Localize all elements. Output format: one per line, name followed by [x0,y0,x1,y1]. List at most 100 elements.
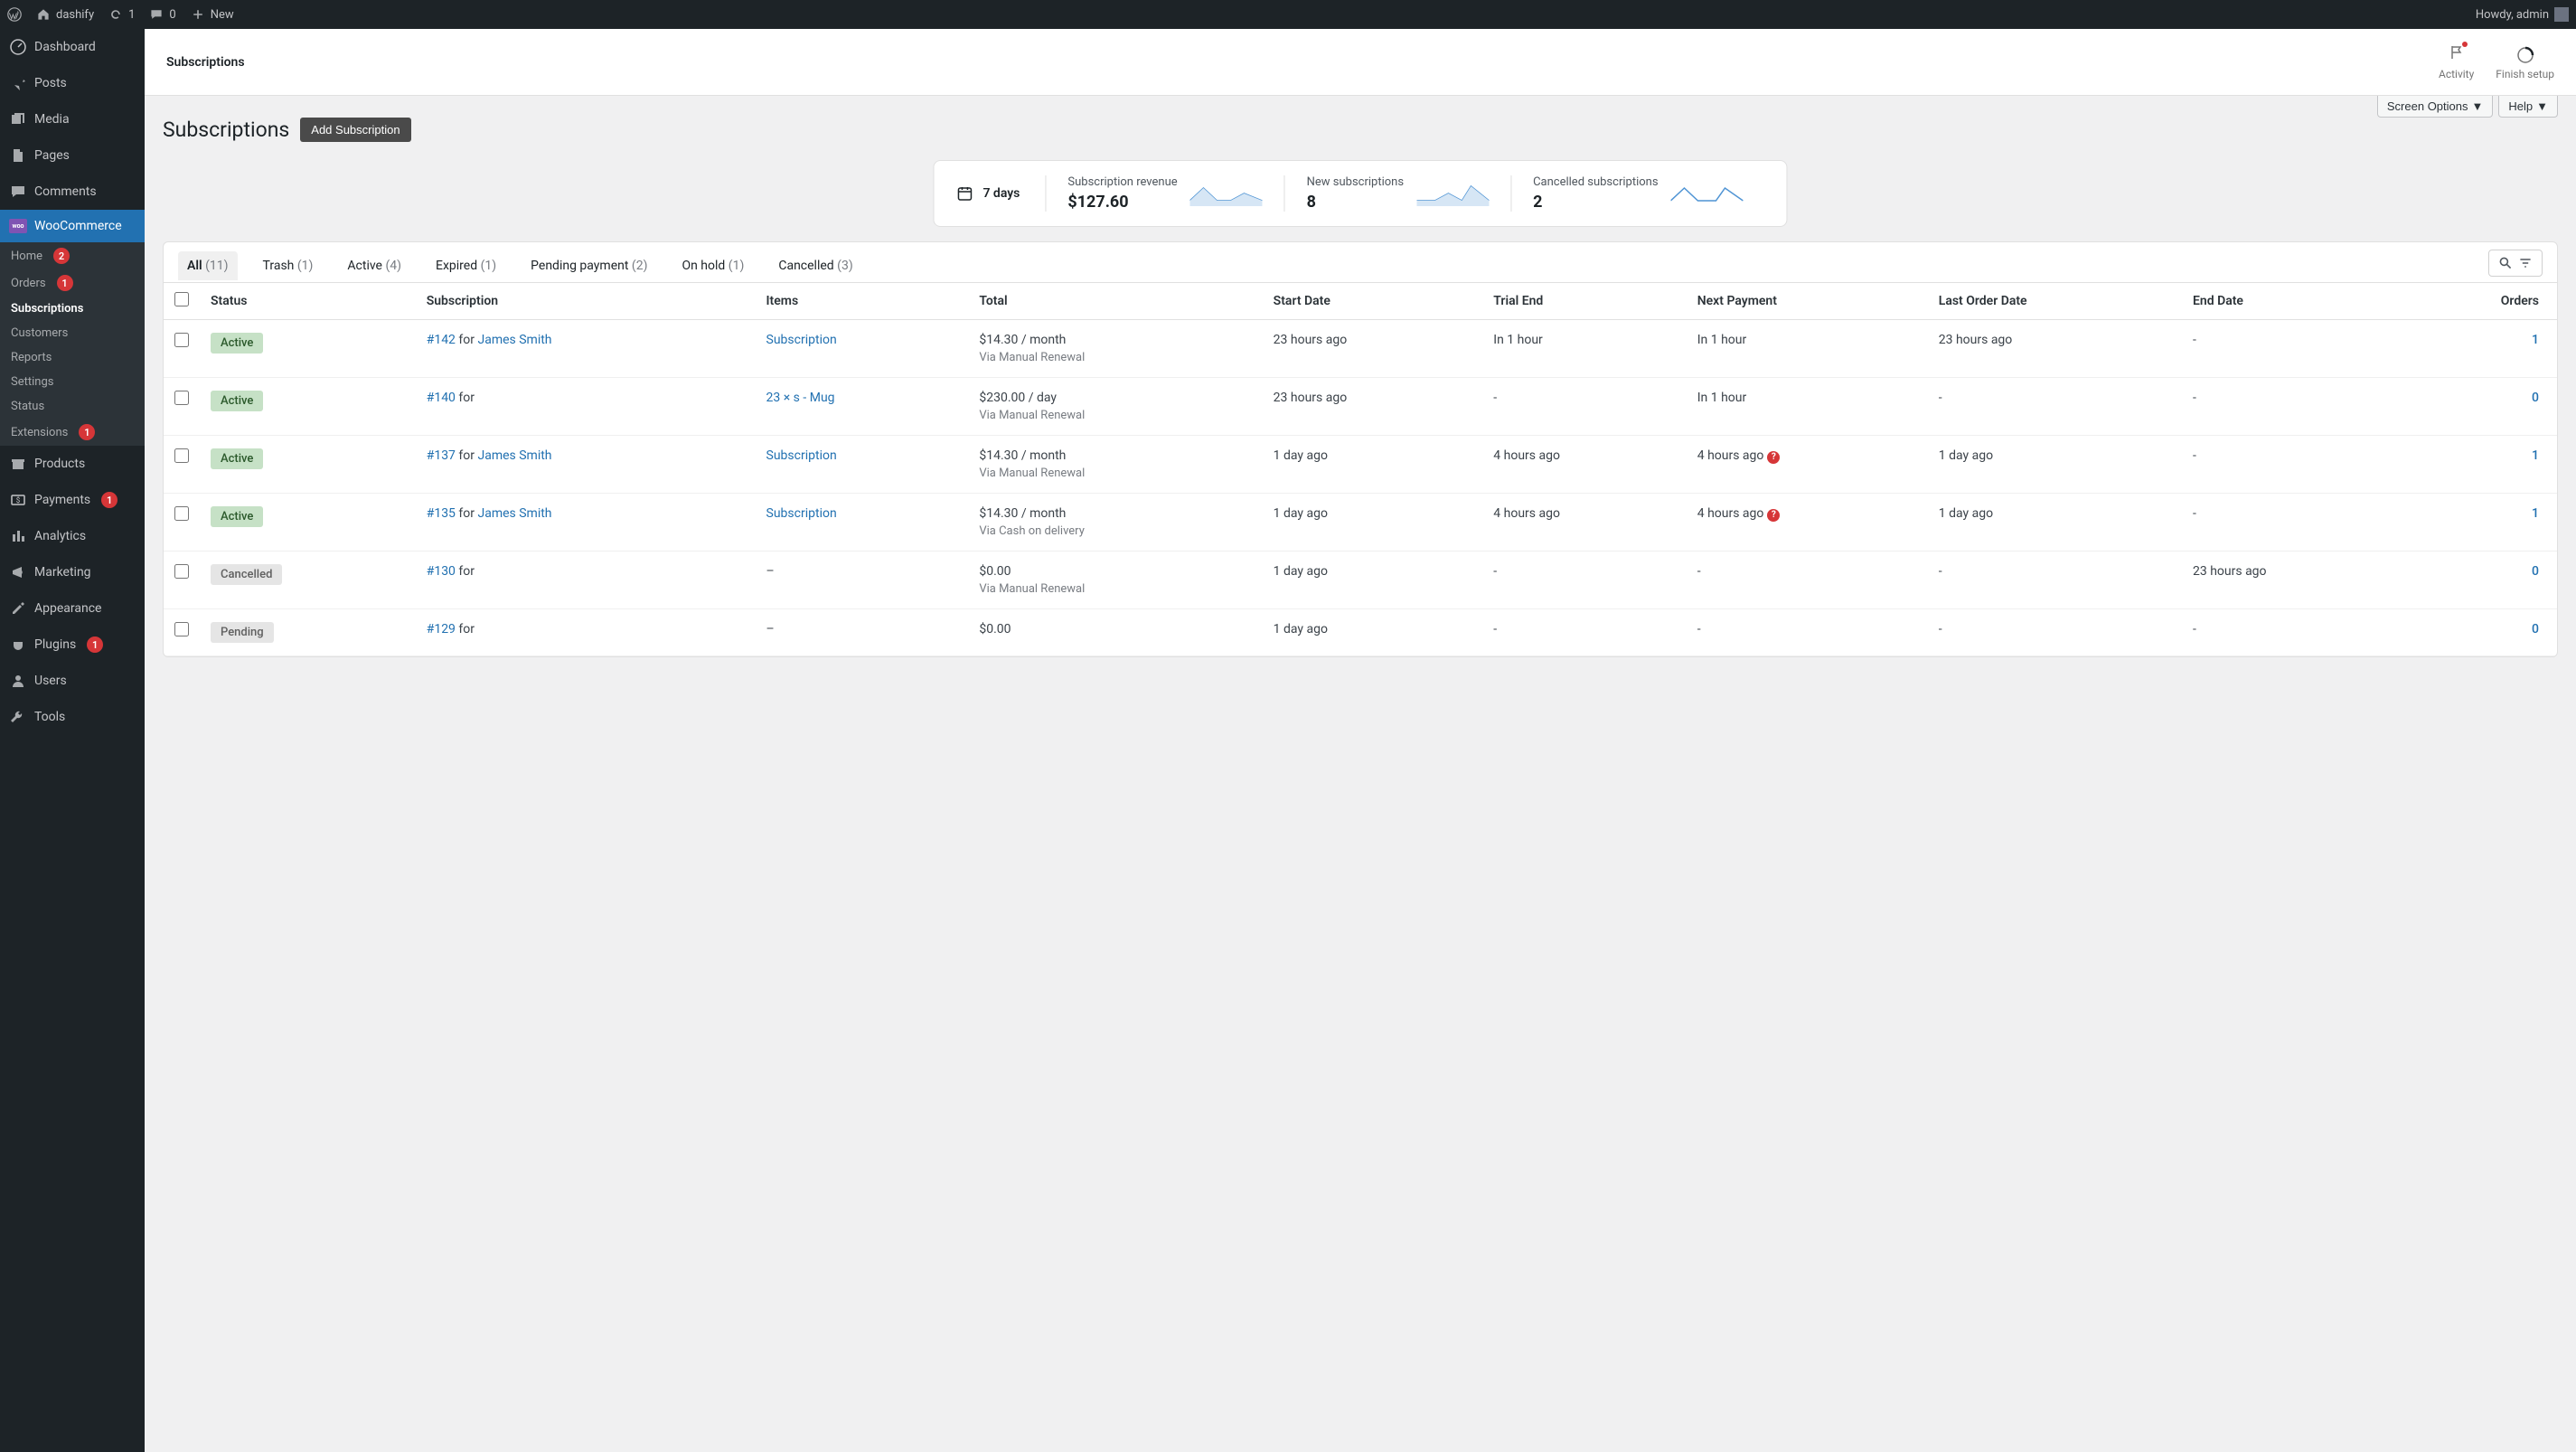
tab-on-hold[interactable]: On hold (1) [672,251,753,280]
for-text: for [456,564,475,579]
orders-count-link[interactable]: 0 [2532,391,2539,405]
row-checkbox[interactable] [174,391,189,405]
sidebar-item-pages[interactable]: Pages [0,137,145,174]
col-orders[interactable]: Orders [2402,283,2557,320]
tab-count: (1) [481,259,497,273]
sidebar-item-users[interactable]: Users [0,663,145,699]
col-status[interactable]: Status [200,283,416,320]
wp-logo[interactable] [7,7,22,22]
sidebar-label: Tools [34,710,65,724]
home-icon [36,7,51,22]
col-end-date[interactable]: End Date [2182,283,2402,320]
add-subscription-button[interactable]: Add Subscription [300,118,410,142]
subscription-id-link[interactable]: #129 [427,622,456,636]
col-last-order[interactable]: Last Order Date [1928,283,2182,320]
sidebar-item-comments[interactable]: Comments [0,174,145,210]
stat-label: Cancelled subscriptions [1533,175,1658,189]
sidebar-item-plugins[interactable]: Plugins1 [0,627,145,663]
tab-count: (4) [385,259,401,273]
sidebar-sub-settings[interactable]: Settings [0,370,145,394]
subscription-id-link[interactable]: #137 [427,448,456,463]
tab-active[interactable]: Active (4) [338,251,410,280]
stat-value: 2 [1533,193,1658,212]
sidebar-sub-customers[interactable]: Customers [0,321,145,345]
sidebar-item-payments[interactable]: $ Payments1 [0,482,145,518]
warning-icon: ? [1767,451,1780,464]
help-button[interactable]: Help ▼ [2498,96,2558,118]
new-link[interactable]: New [191,7,234,22]
status-tabs: All (11) Trash (1) Active (4) Expired (1) Pe… [178,251,862,280]
items-link[interactable]: Subscription [766,448,837,463]
items-link[interactable]: 23 × s - Mug [766,391,835,405]
sidebar-item-woocommerce[interactable]: woo WooCommerce [0,210,145,242]
next-payment-cell: 4 hours ago [1697,506,1764,521]
customer-link[interactable]: James Smith [477,506,551,521]
sidebar-sub-reports[interactable]: Reports [0,345,145,370]
sidebar-item-media[interactable]: Media [0,101,145,137]
items-link[interactable]: Subscription [766,506,837,521]
tab-expired[interactable]: Expired (1) [427,251,505,280]
screen-options-button[interactable]: Screen Options ▼ [2377,96,2493,118]
sidebar-item-products[interactable]: Products [0,446,145,482]
tab-trash[interactable]: Trash (1) [254,251,323,280]
tab-pending-payment[interactable]: Pending payment (2) [522,251,656,280]
howdy-link[interactable]: Howdy, admin [2476,7,2569,22]
sidebar-sub-status[interactable]: Status [0,394,145,419]
sidebar-sub-subscriptions[interactable]: Subscriptions [0,297,145,321]
select-all-checkbox[interactable] [174,292,189,306]
customer-link[interactable]: James Smith [477,448,551,463]
page-icon [9,146,27,165]
filter-icon [2518,256,2533,270]
sidebar-label: Home [11,250,42,263]
sidebar-item-posts[interactable]: Posts [0,65,145,101]
status-badge: Active [211,391,263,411]
subscription-id-link[interactable]: #130 [427,564,456,579]
sidebar-sub-extensions[interactable]: Extensions1 [0,419,145,446]
row-checkbox[interactable] [174,333,189,347]
customer-link[interactable]: James Smith [477,333,551,347]
activity-button[interactable]: Activity [2439,43,2474,80]
payment-via: Via Manual Renewal [979,582,1251,596]
last-order-cell: - [1928,378,2182,436]
sidebar-item-dashboard[interactable]: Dashboard [0,29,145,65]
subscription-id-link[interactable]: #142 [427,333,456,347]
tab-all[interactable]: All (11) [178,251,238,280]
orders-count-link[interactable]: 1 [2532,448,2539,463]
row-checkbox[interactable] [174,622,189,636]
row-checkbox[interactable] [174,564,189,579]
site-link[interactable]: dashify [36,7,94,22]
updates-link[interactable]: 1 [108,7,135,22]
col-next-payment[interactable]: Next Payment [1687,283,1928,320]
subscription-id-link[interactable]: #135 [427,506,456,521]
media-icon [9,110,27,128]
tab-label: Trash [263,259,295,273]
sidebar-sub-orders[interactable]: Orders1 [0,269,145,297]
sidebar-item-appearance[interactable]: Appearance [0,590,145,627]
orders-count-link[interactable]: 0 [2532,564,2539,579]
sidebar-label: Appearance [34,601,101,616]
col-items[interactable]: Items [756,283,969,320]
tab-cancelled[interactable]: Cancelled (3) [769,251,861,280]
analytics-icon [9,527,27,545]
badge: 1 [79,424,95,440]
sidebar-item-marketing[interactable]: Marketing [0,554,145,590]
col-subscription[interactable]: Subscription [416,283,756,320]
search-filter-button[interactable] [2488,250,2543,277]
sidebar-item-tools[interactable]: Tools [0,699,145,735]
orders-count-link[interactable]: 1 [2532,506,2539,521]
row-checkbox[interactable] [174,506,189,521]
orders-count-link[interactable]: 0 [2532,622,2539,636]
finish-setup-button[interactable]: Finish setup [2496,46,2554,80]
sidebar-label: Users [34,674,67,688]
col-start-date[interactable]: Start Date [1263,283,1483,320]
items-link[interactable]: Subscription [766,333,837,347]
sidebar-sub-home[interactable]: Home2 [0,242,145,269]
subscription-id-link[interactable]: #140 [427,391,456,405]
col-total[interactable]: Total [968,283,1262,320]
orders-count-link[interactable]: 1 [2532,333,2539,347]
comments-link[interactable]: 0 [149,7,175,22]
row-checkbox[interactable] [174,448,189,463]
svg-text:$: $ [16,496,21,504]
sidebar-item-analytics[interactable]: Analytics [0,518,145,554]
col-trial-end[interactable]: Trial End [1482,283,1686,320]
